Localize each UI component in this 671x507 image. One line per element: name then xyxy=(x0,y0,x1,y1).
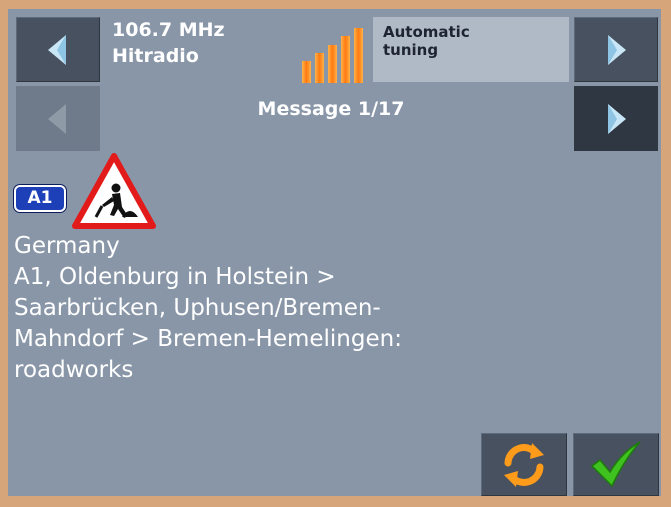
tuning-mode-line2: tuning xyxy=(383,41,439,59)
road-badge: A1 xyxy=(14,185,66,212)
next-message-button[interactable] xyxy=(574,86,658,151)
arrow-right-icon xyxy=(608,103,626,134)
tuning-mode-panel[interactable]: Automatic tuning xyxy=(373,17,569,82)
signal-strength-icon xyxy=(302,28,363,83)
message-line: Mahndorf > Bremen-Hemelingen: xyxy=(14,326,402,352)
previous-station-button[interactable] xyxy=(16,17,100,82)
roadworks-warning-icon xyxy=(72,153,156,229)
message-line: A1, Oldenburg in Holstein > xyxy=(14,264,336,290)
bottom-toolbar xyxy=(8,430,661,496)
checkmark-icon xyxy=(590,440,641,487)
arrow-left-icon xyxy=(48,103,66,134)
message-line: Germany xyxy=(14,233,120,259)
next-station-button[interactable] xyxy=(574,17,658,82)
message-line: roadworks xyxy=(14,357,134,383)
tuning-mode-line1: Automatic xyxy=(383,23,470,41)
previous-message-button[interactable] xyxy=(16,86,100,151)
traffic-message-screen: 106.7 MHz Hitradio Automatic tuning Mess… xyxy=(8,9,661,496)
refresh-button[interactable] xyxy=(481,433,567,496)
arrow-right-icon xyxy=(608,34,626,65)
message-counter: Message 1/17 xyxy=(257,98,405,120)
station-frequency: 106.7 MHz xyxy=(112,19,225,41)
station-name: Hitradio xyxy=(112,45,199,67)
message-text: Germany A1, Oldenburg in Holstein > Saar… xyxy=(14,231,654,386)
refresh-icon xyxy=(504,442,544,487)
message-line: Saarbrücken, Uphusen/Bremen- xyxy=(14,295,381,321)
confirm-button[interactable] xyxy=(573,433,659,496)
arrow-left-icon xyxy=(48,34,66,65)
